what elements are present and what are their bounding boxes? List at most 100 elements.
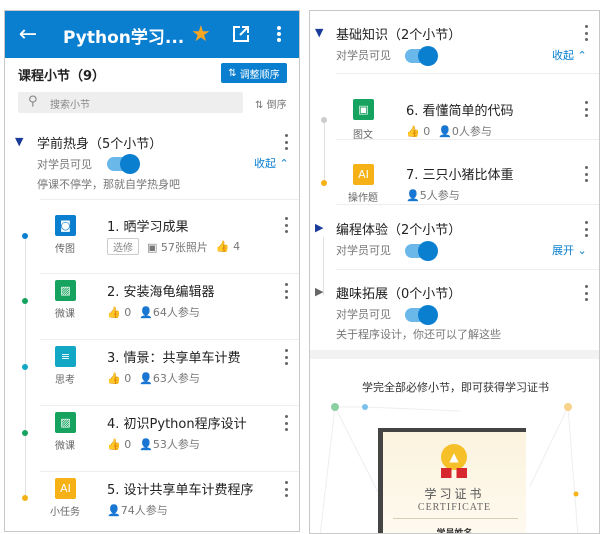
- user-icon: 👤: [406, 189, 420, 202]
- more-vertical-icon[interactable]: [284, 481, 288, 497]
- item-title: 4. 初识Python程序设计: [107, 417, 247, 432]
- ai-icon: AI: [55, 478, 76, 499]
- list-item[interactable]: ▣ 图文 6. 看懂简单的代码 👍 0 👤0人参与: [310, 74, 599, 141]
- photo-icon: ▣: [147, 240, 158, 254]
- certificate-title: 学习证书: [424, 487, 485, 501]
- arrow-left-icon[interactable]: ←: [17, 22, 39, 47]
- section-title[interactable]: 编程体验（2个小节）: [336, 219, 461, 238]
- user-icon: 👤: [438, 125, 452, 138]
- image-icon: ▨: [55, 412, 76, 433]
- more-vertical-icon[interactable]: [284, 349, 288, 365]
- timeline-dot: [22, 298, 28, 304]
- section-title[interactable]: 趣味拓展（0个小节）: [336, 283, 461, 302]
- chevron-up-icon: ⌃: [279, 157, 289, 170]
- elective-tag: 选修: [107, 238, 139, 255]
- thumbs-up-icon: 👍: [107, 437, 121, 451]
- thumbs-up-icon: 👍: [215, 240, 230, 253]
- divider: [40, 199, 299, 200]
- list-item[interactable]: ≡ 思考 3. 情景：共享单车计费 👍 0 👤63人参与: [5, 341, 299, 406]
- timeline-dot: [22, 364, 28, 370]
- section-title[interactable]: 学前热身（5个小节）: [37, 133, 162, 152]
- item-type: 操作题: [348, 193, 378, 204]
- section-title[interactable]: 基础知识（2个小节）: [336, 24, 461, 43]
- caret-down-icon[interactable]: ▼: [15, 135, 23, 148]
- collapse-button[interactable]: 收起 ⌃: [552, 47, 587, 63]
- camera-icon: ◙: [55, 215, 76, 236]
- medal-icon: ▲: [441, 444, 467, 470]
- item-type: 小任务: [50, 507, 80, 518]
- chevron-down-icon: ⌄: [577, 244, 587, 257]
- document-icon: ≡: [55, 346, 76, 367]
- item-title: 3. 情景：共享单车计费: [107, 351, 241, 366]
- user-icon: 👤: [139, 438, 153, 451]
- visibility-label: 对学员可见: [336, 49, 391, 62]
- item-title: 1. 晒学习成果: [107, 220, 189, 235]
- more-vertical-icon[interactable]: [284, 415, 288, 431]
- certificate-name-field: 学员姓名: [436, 529, 473, 534]
- visibility-toggle[interactable]: [405, 241, 438, 261]
- timeline-dot: [321, 117, 327, 123]
- list-item[interactable]: AI 小任务 5. 设计共享单车计费程序 👤74人参与: [5, 473, 299, 531]
- visibility-label: 对学员可见: [37, 158, 92, 171]
- sort-icon: ⇅: [255, 100, 264, 111]
- item-title: 7. 三只小猪比体重: [406, 168, 514, 183]
- more-vertical-icon[interactable]: [584, 166, 588, 182]
- list-item[interactable]: ▨ 微课 4. 初识Python程序设计 👍 0 👤53人参与: [5, 407, 299, 472]
- caret-right-icon[interactable]: ▶: [315, 285, 323, 298]
- visibility-toggle[interactable]: [405, 305, 438, 325]
- list-item[interactable]: AI 操作题 7. 三只小猪比体重 👤5人参与: [310, 140, 599, 205]
- sort-desc-button[interactable]: ⇅ 倒序: [255, 96, 287, 111]
- item-title: 2. 安装海龟编辑器: [107, 285, 215, 300]
- app-header: ← Python学习... ★: [5, 11, 299, 58]
- timeline-dot: [22, 495, 28, 501]
- more-vertical-icon[interactable]: [277, 26, 281, 42]
- item-title: 5. 设计共享单车计费程序: [107, 483, 254, 498]
- more-vertical-icon[interactable]: [284, 283, 288, 299]
- visibility-toggle[interactable]: [405, 46, 438, 66]
- course-panel-left: ← Python学习... ★ 课程小节（9） ⇅ 调整顺序 ⚲ 搜索小节 ⇅ 倒…: [4, 10, 300, 532]
- visibility-label: 对学员可见: [336, 308, 391, 321]
- star-icon[interactable]: ★: [191, 22, 211, 47]
- search-input[interactable]: ⚲ 搜索小节: [18, 92, 243, 113]
- more-vertical-icon[interactable]: [584, 25, 588, 41]
- more-vertical-icon[interactable]: [284, 134, 288, 150]
- more-vertical-icon[interactable]: [584, 101, 588, 117]
- item-type: 微课: [55, 309, 75, 320]
- visibility-toggle[interactable]: [107, 154, 140, 174]
- caret-down-icon[interactable]: ▼: [315, 26, 323, 39]
- certificate-subtitle: CERTIFICATE: [417, 502, 492, 513]
- item-title: 6. 看懂简单的代码: [406, 104, 514, 119]
- more-vertical-icon[interactable]: [584, 221, 588, 237]
- divider-band: [310, 350, 599, 359]
- visibility-label: 对学员可见: [336, 244, 391, 257]
- chevron-up-icon: ⌃: [577, 49, 587, 62]
- ai-icon: AI: [353, 164, 374, 185]
- timeline-dot: [22, 430, 28, 436]
- search-icon: ⚲: [28, 94, 38, 109]
- user-icon: 👤: [139, 372, 153, 385]
- certificate-caption: 学完全部必修小节，即可获得学习证书: [362, 381, 549, 394]
- certificate-image: ▲ 学习证书 CERTIFICATE 学员姓名: [378, 428, 526, 534]
- course-panel-right: ▼ 基础知识（2个小节） 对学员可见 收起 ⌃ ▣ 图文 6. 看懂简单的代码 …: [309, 10, 600, 534]
- image-icon: ▨: [55, 280, 76, 301]
- course-sections-title: 课程小节（9）: [18, 69, 106, 84]
- section-desc: 停课不停学，那就自学热身吧: [37, 178, 180, 191]
- item-type: 思考: [55, 375, 75, 386]
- more-vertical-icon[interactable]: [584, 285, 588, 301]
- expand-button[interactable]: 展开 ⌄: [552, 242, 587, 258]
- reorder-icon: ⇅: [228, 67, 237, 79]
- collapse-button[interactable]: 收起 ⌃: [254, 155, 289, 171]
- external-link-icon[interactable]: [233, 26, 249, 42]
- thumbs-up-icon: 👍: [406, 124, 420, 138]
- list-item[interactable]: ◙ 传图 1. 晒学习成果 选修 ▣ 57张照片 👍 4: [5, 209, 299, 274]
- list-item[interactable]: ▨ 微课 2. 安装海龟编辑器 👍 0 👤64人参与: [5, 275, 299, 340]
- timeline-dot: [22, 233, 28, 239]
- reorder-button[interactable]: ⇅ 调整顺序: [221, 63, 287, 83]
- user-icon: 👤: [107, 504, 121, 517]
- image-text-icon: ▣: [353, 99, 374, 120]
- item-type: 微课: [55, 441, 75, 452]
- section-desc: 关于程序设计，你还可以了解这些: [336, 328, 501, 341]
- caret-right-icon[interactable]: ▶: [315, 221, 323, 234]
- more-vertical-icon[interactable]: [284, 217, 288, 233]
- user-icon: 👤: [139, 306, 153, 319]
